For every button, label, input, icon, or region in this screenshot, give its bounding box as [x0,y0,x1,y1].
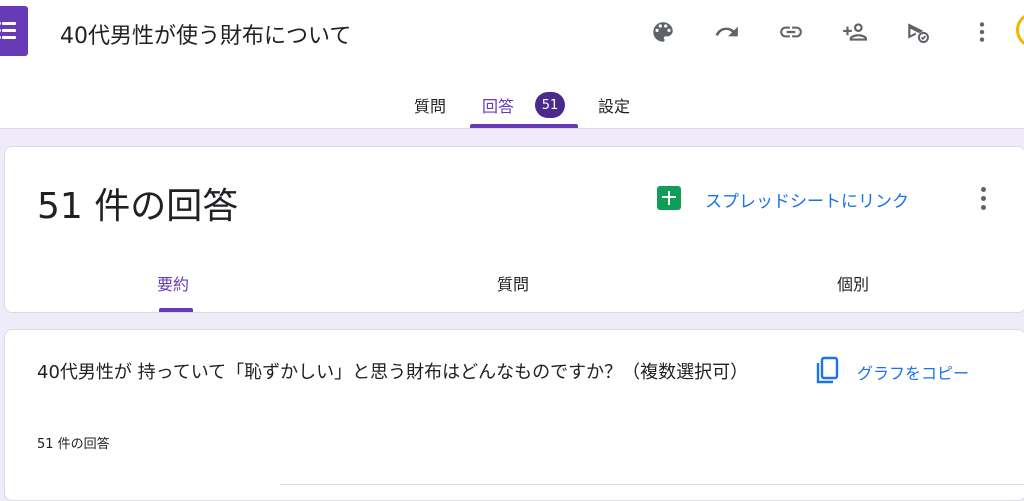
top-bar: 40代男性が使う財布について 質問 回答 設定 51 [0,0,1024,129]
main-tabs: 質問 回答 設定 [0,88,1024,128]
palette-icon[interactable] [645,14,681,50]
more-vert-icon[interactable] [964,14,1000,50]
undo-icon[interactable] [709,14,745,50]
subtab-indicator [159,308,193,312]
question-summary-card: 40代男性が 持っていて「恥ずかしい」と思う財布はどんなものですか？（複数選択可… [4,329,1024,501]
publish-icon[interactable] [900,14,936,50]
response-count-badge: 51 [535,92,565,118]
forms-logo-icon[interactable] [0,6,28,56]
subtab-individual[interactable]: 個別 [837,271,869,295]
link-to-sheets-button[interactable]: スプレッドシートにリンク [705,187,909,212]
form-title[interactable]: 40代男性が使う財布について [60,18,351,50]
responses-summary-card: 51 件の回答 スプレッドシートにリンク 要約 質問 個別 [4,146,1024,313]
active-tab-indicator [470,124,578,128]
responses-count-title: 51 件の回答 [37,186,239,227]
add-collaborator-icon[interactable] [836,14,872,50]
question-response-count: 51 件の回答 [37,437,110,452]
sheets-icon[interactable] [657,186,681,210]
copy-icon[interactable] [815,356,841,386]
tab-responses[interactable]: 回答 [482,93,514,117]
tab-questions[interactable]: 質問 [414,93,446,117]
tab-settings[interactable]: 設定 [598,93,630,117]
chart-top-edge [280,484,1024,485]
more-options-icon[interactable] [971,183,995,213]
subtab-summary[interactable]: 要約 [157,271,189,295]
link-icon[interactable] [773,14,809,50]
subtab-question[interactable]: 質問 [497,271,529,295]
question-title: 40代男性が 持っていて「恥ずかしい」と思う財布はどんなものですか？（複数選択可… [37,362,749,383]
copy-chart-button[interactable]: グラフをコピー [857,360,969,384]
avatar[interactable] [1016,12,1024,48]
